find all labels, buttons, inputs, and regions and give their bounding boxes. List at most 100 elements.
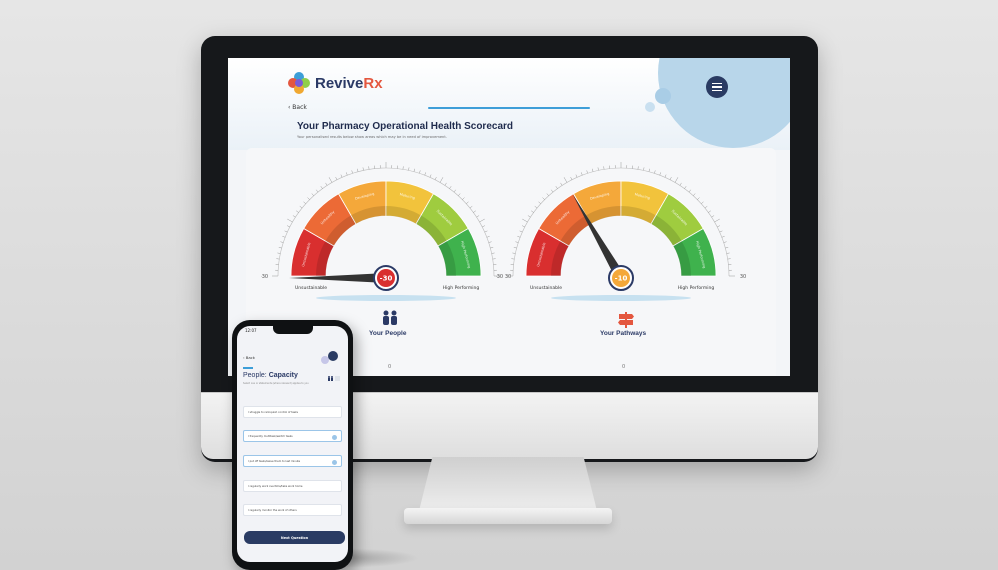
gauge-tick: [311, 193, 314, 196]
gauge-tick: [357, 168, 359, 172]
gauge-tick: [469, 205, 473, 209]
bottom-marker: 0: [622, 364, 626, 370]
gauge-tick: [307, 197, 310, 200]
menu-icon[interactable]: [706, 76, 728, 98]
option-item[interactable]: I regularly monitor the work of others: [243, 504, 342, 516]
gauge-tick: [701, 201, 704, 204]
gauge-tick: [726, 252, 730, 254]
gauge-tick: [482, 225, 486, 228]
gauge-min-label: -30: [496, 274, 503, 280]
logo-mark-icon: [288, 72, 310, 94]
decor-circle: [655, 88, 671, 104]
gauge-tick: [597, 167, 599, 171]
gauge-tick: [538, 201, 541, 204]
gauge-tick: [512, 252, 516, 254]
option-item[interactable]: I frequently multitask/switch tasks: [243, 430, 342, 442]
phone-screen: 12:07 ‹ Back People: Capacity Select one…: [237, 326, 348, 562]
gauge-tick: [476, 215, 480, 218]
gauge-tick: [315, 189, 319, 193]
gauge-tick: [491, 252, 495, 254]
gauge-tick: [424, 172, 427, 176]
back-link[interactable]: ‹ Back: [243, 355, 255, 360]
check-icon: [332, 434, 337, 440]
logo[interactable]: ReviveRx: [288, 72, 383, 94]
gauge-tick: [563, 177, 568, 183]
gauge-tick: [522, 218, 528, 223]
gauge-value: -30: [380, 275, 393, 283]
question-subtitle: Select one or statements (where relevant…: [243, 382, 309, 385]
gauge-tick: [714, 218, 720, 223]
gauge-tick: [362, 167, 364, 171]
gauge-tick: [408, 167, 410, 171]
gauge-tick: [517, 235, 521, 238]
gauge-left-caption: Unsustainable: [295, 285, 327, 291]
gauge-tick: [284, 230, 288, 233]
gauge-tick: [303, 201, 306, 204]
imac-foot: [404, 508, 612, 524]
gauge-tick: [560, 182, 563, 186]
gauge-tick: [278, 247, 282, 249]
gauge-min-label: -30: [261, 274, 268, 280]
question-title: People: Capacity: [243, 372, 298, 379]
option-item[interactable]: I struggle to relinquish control of task…: [243, 406, 342, 418]
gauge-max-label: 30: [740, 274, 746, 280]
page-title: Your Pharmacy Operational Health Scoreca…: [297, 121, 514, 132]
bottom-marker: 0: [388, 364, 392, 370]
gauge-tick: [711, 215, 715, 218]
option-item[interactable]: I regularly work overtime/take work home: [243, 480, 342, 492]
people-icon: [328, 376, 340, 381]
gauge-tick: [643, 167, 645, 171]
gauge-shadow: [316, 295, 456, 301]
gauge-tick: [580, 172, 583, 176]
gauge-tick: [486, 235, 490, 238]
gauge-tick: [351, 170, 353, 174]
gauge-right-caption: High Performing: [443, 285, 480, 291]
gauge-tick: [725, 247, 729, 249]
decor-circle: [645, 102, 655, 112]
gauge-tick: [704, 205, 708, 209]
gauge-tick: [286, 225, 290, 228]
gauge-tick: [490, 247, 494, 249]
option-item[interactable]: I put off tasks/leave them to last minut…: [243, 455, 342, 467]
gauge-tick: [534, 205, 538, 209]
phone-time: 12:07: [245, 328, 257, 333]
gauge-tick: [693, 193, 696, 196]
gauge-tick: [515, 241, 519, 243]
next-question-button[interactable]: Next Question: [244, 531, 345, 544]
gauge-tick: [674, 177, 679, 183]
gauge-tick: [697, 197, 700, 200]
gauge-tick: [429, 174, 432, 178]
gauge-tick: [458, 193, 461, 196]
gauge-tick: [592, 168, 594, 172]
gauge-people: UnsustainableUnhealthyDeveloping Maturing…: [261, 162, 511, 301]
gauge-tick: [299, 205, 303, 209]
gauge-tick: [648, 168, 650, 172]
gauge-tick: [296, 210, 299, 213]
gauge-tick: [679, 182, 682, 186]
gauge-tick: [345, 172, 348, 176]
gauge-tick: [546, 193, 549, 196]
gauge-tick: [555, 186, 558, 189]
gauge-tick: [669, 176, 672, 180]
gauge-tick: [325, 182, 328, 186]
gauge-tick: [550, 189, 554, 193]
signpost-icon: [617, 312, 635, 328]
gauge-tick: [479, 218, 485, 223]
gauge-tick: [684, 186, 687, 189]
gauge-people-label: Your People: [369, 330, 407, 337]
phone-notch: [273, 326, 313, 334]
gauge-tick: [519, 230, 523, 233]
gauge-tick: [473, 210, 476, 213]
imac-stand: [418, 457, 598, 515]
menu-icon[interactable]: [328, 351, 338, 361]
back-link[interactable]: ‹ Back: [288, 104, 307, 111]
gauge-tick: [723, 241, 727, 243]
gauge-pathways-label: Your Pathways: [600, 330, 647, 337]
progress-bar: [428, 107, 590, 109]
gauge-left-caption: Unsustainable: [530, 285, 562, 291]
gauge-shadow: [551, 295, 691, 301]
gauge-tick: [717, 225, 721, 228]
gauge-right-caption: High Performing: [678, 285, 715, 291]
gauge-tick: [531, 210, 534, 213]
gauge-tick: [513, 247, 517, 249]
